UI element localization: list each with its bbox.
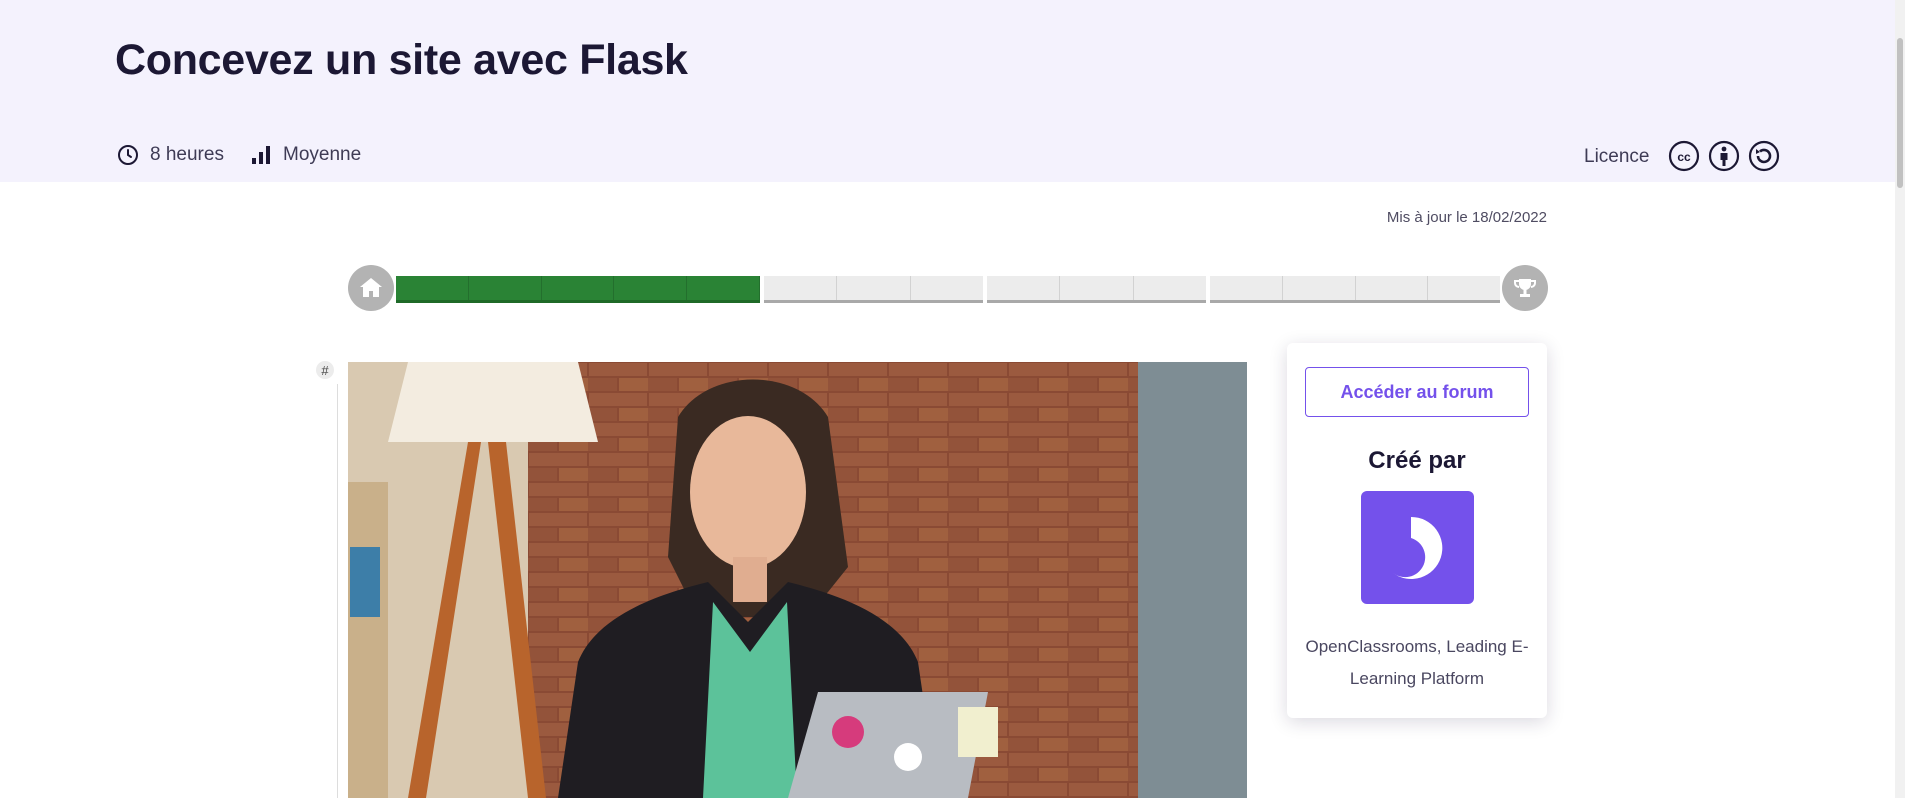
- section-anchor-link[interactable]: #: [316, 361, 334, 379]
- scrollbar-track[interactable]: [1895, 0, 1905, 798]
- course-header: Concevez un site avec Flask 8 heures Moy…: [0, 0, 1905, 182]
- progress-home-node[interactable]: [348, 265, 394, 311]
- created-by-heading: Créé par: [1368, 447, 1466, 474]
- course-duration: 8 heures: [116, 143, 224, 167]
- difficulty-label: Moyenne: [283, 144, 362, 165]
- scrollbar-thumb[interactable]: [1897, 38, 1903, 188]
- duration-label: 8 heures: [150, 144, 224, 165]
- cc-by-icon[interactable]: [1708, 140, 1740, 177]
- forum-button[interactable]: Accéder au forum: [1305, 367, 1529, 417]
- page-title: Concevez un site avec Flask: [115, 36, 688, 84]
- course-progress-bar: [348, 265, 1548, 313]
- bar-chart-icon: [249, 143, 273, 167]
- progress-part-1[interactable]: [396, 276, 760, 303]
- licence-icons[interactable]: cc: [1668, 140, 1780, 177]
- progress-part-2[interactable]: [764, 276, 983, 303]
- licence-label: Licence: [1584, 146, 1650, 167]
- home-icon: [360, 278, 382, 297]
- course-sidebar-card: Accéder au forum Créé par OpenClassrooms…: [1287, 343, 1547, 718]
- trophy-icon: [1514, 279, 1536, 297]
- cc-icon[interactable]: cc: [1668, 140, 1700, 177]
- openclassrooms-logo[interactable]: [1361, 491, 1474, 604]
- cc-sa-icon[interactable]: [1748, 140, 1780, 177]
- progress-part-3[interactable]: [987, 276, 1206, 303]
- openclassrooms-logo-mark: [1393, 516, 1443, 579]
- course-intro-video[interactable]: [348, 362, 1247, 798]
- clock-icon: [116, 143, 140, 167]
- last-updated: Mis à jour le 18/02/2022: [1386, 209, 1547, 226]
- progress-trophy-node[interactable]: [1502, 265, 1548, 311]
- creator-name: OpenClassrooms, Leading E-Learning Platf…: [1305, 637, 1529, 688]
- svg-text:cc: cc: [1677, 150, 1691, 164]
- content-divider: [337, 384, 338, 798]
- video-thumbnail: [348, 362, 1247, 798]
- course-difficulty: Moyenne: [249, 143, 361, 167]
- progress-part-4[interactable]: [1210, 276, 1500, 303]
